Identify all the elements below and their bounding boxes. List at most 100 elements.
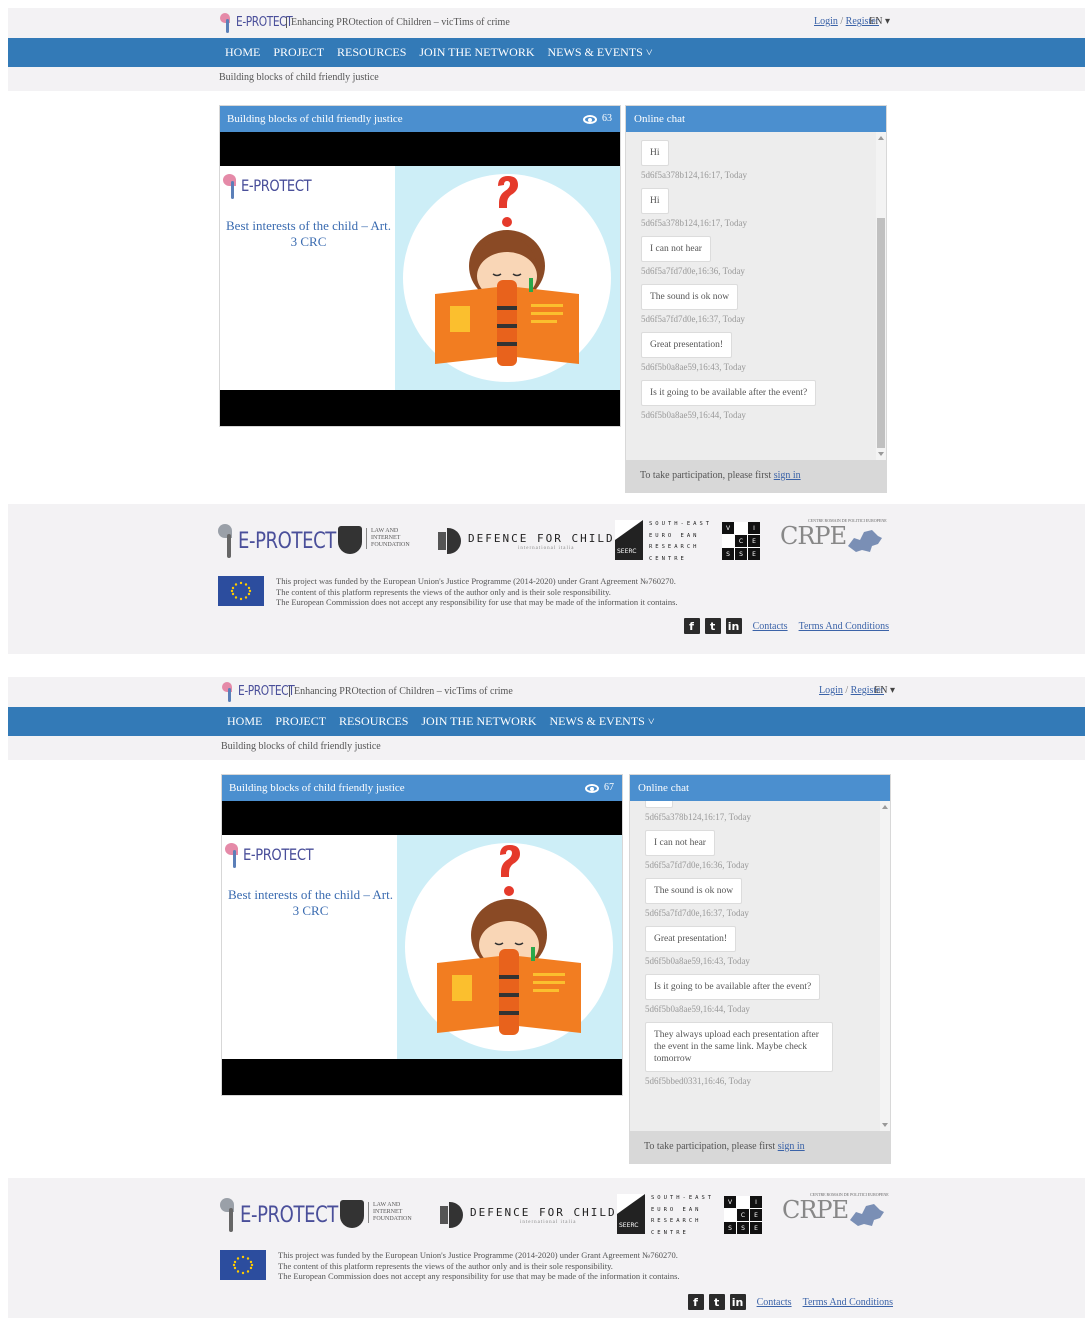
twitter-icon[interactable]: t [704, 618, 721, 634]
partner-vice-logo[interactable]: VI CE SSE [724, 1196, 762, 1234]
main-content: Building blocks of child friendly justic… [8, 91, 1085, 504]
login-link[interactable]: Login [814, 16, 838, 27]
logo-text: E-PROTECT [238, 683, 295, 699]
nav-resources[interactable]: RESOURCES [337, 45, 406, 60]
linkedin-icon[interactable]: in [729, 1294, 746, 1310]
sign-in-link[interactable]: sign in [778, 1141, 805, 1152]
partner-foundation-logo[interactable]: LAW AND INTERNET FOUNDATION [368, 1202, 414, 1223]
footer-links: f t in Contacts Terms And Conditions [683, 618, 889, 634]
language-selector[interactable]: EN ▾ [874, 685, 895, 696]
chat-message: Hi 5d6f5a378b124,16:17, Today [641, 188, 872, 228]
chat-message: The sound is ok now 5d6f5a7fd7d0e,16:37,… [645, 878, 876, 918]
terms-link[interactable]: Terms And Conditions [803, 1297, 893, 1308]
nav-resources[interactable]: RESOURCES [339, 714, 408, 729]
slide-logo: E-PROTECT [223, 172, 327, 199]
logo-icon [220, 11, 234, 33]
shield-icon [340, 1200, 364, 1228]
nav-project[interactable]: PROJECT [275, 714, 326, 729]
twitter-icon[interactable]: t [708, 1294, 725, 1310]
chat-message: Is it going to be available after the ev… [641, 380, 872, 420]
video-letterbox-bottom [220, 390, 620, 426]
video-player[interactable]: E-PROTECT Best interests of the child – … [220, 166, 620, 390]
contacts-link[interactable]: Contacts [753, 621, 788, 632]
partner-vice-logo[interactable]: VI CE SSE [722, 522, 760, 560]
top-bar: E-PROTECT Enhancing PROtection of Childr… [8, 677, 1085, 707]
view-counter: 67 [585, 775, 614, 801]
chat-scrollbar[interactable] [876, 132, 886, 460]
site-tagline: Enhancing PROtection of Children – vicTi… [289, 686, 513, 697]
partner-logos: E-PROTECT LAW AND INTERNET FOUNDATION DE… [220, 1192, 890, 1238]
europe-map-icon [848, 530, 882, 552]
language-selector[interactable]: EN ▾ [869, 16, 890, 27]
chat-message: I can not hear 5d6f5a7fd7d0e,16:36, Toda… [645, 830, 876, 870]
scroll-up-icon[interactable] [882, 805, 888, 809]
partner-eprotect-logo[interactable]: E-PROTECT [218, 522, 357, 560]
nav-news-events[interactable]: NEWS & EVENTS ˅ [548, 45, 653, 60]
chat-scrollbar[interactable] [880, 801, 890, 1131]
terms-link[interactable]: Terms And Conditions [799, 621, 889, 632]
nav-join-network[interactable]: JOIN THE NETWORK [419, 45, 534, 60]
chat-footer: To take participation, please first sign… [626, 460, 886, 492]
chat-message: Great presentation! 5d6f5b0a8ae59,16:43,… [645, 926, 876, 966]
eu-flag-icon [220, 1250, 266, 1280]
shield-icon [338, 526, 362, 554]
nav-join-network[interactable]: JOIN THE NETWORK [421, 714, 536, 729]
partner-eprotect-logo[interactable]: E-PROTECT [220, 1196, 359, 1234]
chat-messages[interactable]: Hi 5d6f5a378b124,16:17, Today I can not … [630, 801, 890, 1131]
partner-dfc-icon [440, 1202, 464, 1228]
breadcrumb: Building blocks of child friendly justic… [219, 72, 379, 83]
scroll-up-icon[interactable] [878, 136, 884, 140]
breadcrumb: Building blocks of child friendly justic… [221, 741, 381, 752]
contacts-link[interactable]: Contacts [757, 1297, 792, 1308]
breadcrumb-bar: Building blocks of child friendly justic… [8, 67, 1085, 91]
view-count: 67 [604, 782, 614, 793]
main-nav: HOME PROJECT RESOURCES JOIN THE NETWORK … [8, 38, 1085, 67]
video-letterbox-top [222, 801, 622, 835]
slide-illustration [395, 166, 620, 390]
chat-message: I can not hear 5d6f5a7fd7d0e,16:36, Toda… [641, 236, 872, 276]
chat-title: Online chat [630, 775, 890, 801]
partner-seerc-logo[interactable]: SOUTH-EAST EURO EAN RESEARCH CENTRE [651, 1193, 714, 1239]
eu-funding-notice: This project was funded by the European … [218, 576, 898, 607]
partner-dfc-icon [438, 528, 462, 554]
slide-title: Best interests of the child – Art. 3 CRC [228, 887, 394, 918]
slide-illustration [397, 835, 622, 1059]
chat-message: Is it going to be available after the ev… [645, 974, 876, 1014]
eu-funding-notice: This project was funded by the European … [220, 1250, 900, 1281]
scroll-down-icon[interactable] [878, 452, 884, 456]
partner-crpe-logo[interactable]: CRPE [782, 1196, 849, 1224]
video-player[interactable]: E-PROTECT Best interests of the child – … [222, 835, 622, 1059]
nav-news-events[interactable]: NEWS & EVENTS ˅ [550, 714, 655, 729]
chat-message: Hi 5d6f5a378b124,16:17, Today [645, 801, 876, 822]
slide-logo: E-PROTECT [225, 841, 329, 868]
view-count: 63 [602, 113, 612, 124]
site-tagline: Enhancing PROtection of Children – vicTi… [286, 17, 510, 28]
facebook-icon[interactable]: f [687, 1294, 704, 1310]
scroll-down-icon[interactable] [882, 1123, 888, 1127]
video-panel-header: Building blocks of child friendly justic… [220, 106, 620, 132]
logo-icon [222, 680, 236, 702]
chat-messages[interactable]: Hi 5d6f5a378b124,16:17, Today Hi 5d6f5a3… [626, 132, 886, 460]
chat-message: The sound is ok now 5d6f5a7fd7d0e,16:37,… [641, 284, 872, 324]
login-link[interactable]: Login [819, 685, 843, 696]
view-counter: 63 [583, 106, 612, 132]
nav-project[interactable]: PROJECT [273, 45, 324, 60]
top-bar: E-PROTECT Enhancing PROtection of Childr… [8, 8, 1085, 38]
partner-seerc-logo[interactable]: SOUTH-EAST EURO EAN RESEARCH CENTRE [649, 519, 712, 565]
nav-home[interactable]: HOME [227, 714, 262, 729]
linkedin-icon[interactable]: in [725, 618, 742, 634]
scroll-thumb[interactable] [877, 218, 885, 448]
video-panel-header: Building blocks of child friendly justic… [222, 775, 622, 801]
partner-foundation-logo[interactable]: LAW AND INTERNET FOUNDATION [366, 528, 412, 549]
facebook-icon[interactable]: f [683, 618, 700, 634]
partner-crpe-logo[interactable]: CRPE [780, 522, 847, 550]
footer: E-PROTECT LAW AND INTERNET FOUNDATION DE… [8, 1178, 1085, 1318]
nav-home[interactable]: HOME [225, 45, 260, 60]
screenshot-second: E-PROTECT Enhancing PROtection of Childr… [8, 677, 1085, 1318]
footer: E-PROTECT LAW AND INTERNET FOUNDATION DE… [8, 504, 1085, 654]
chat-panel: Online chat Hi 5d6f5a378b124,16:17, Toda… [629, 774, 891, 1164]
video-title: Building blocks of child friendly justic… [229, 782, 405, 794]
auth-separator: / [845, 685, 849, 696]
chat-message: Hi 5d6f5a378b124,16:17, Today [641, 140, 872, 180]
sign-in-link[interactable]: sign in [774, 470, 801, 481]
